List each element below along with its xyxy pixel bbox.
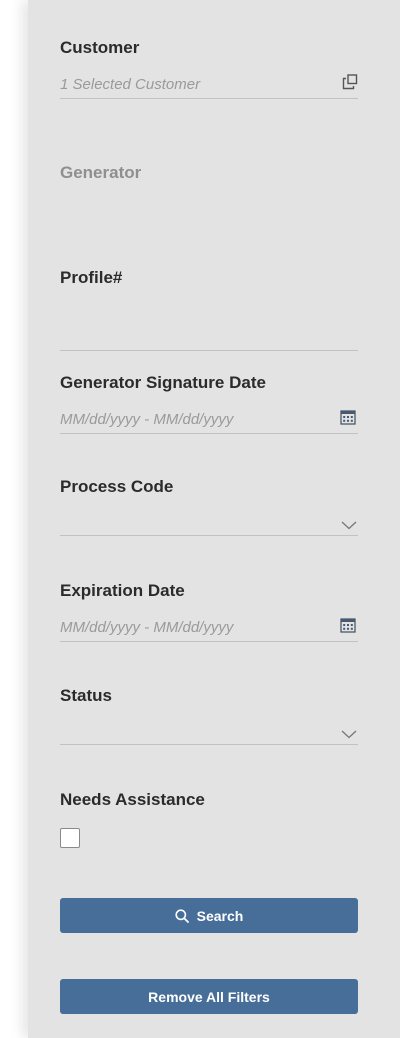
search-icon [175,908,189,923]
chevron-down-icon[interactable] [341,517,357,535]
process-code-filter: Process Code [60,477,358,536]
customer-label: Customer [60,38,140,57]
generator-filter: Generator [60,163,358,183]
expiration-date-input[interactable]: MM/dd/yyyy - MM/dd/yyyy [60,615,358,642]
remove-all-filters-label: Remove All Filters [148,988,270,1005]
chevron-down-icon[interactable] [341,726,357,744]
expiration-date-filter: Expiration Date MM/dd/yyyy - MM/dd/yyyy [60,581,358,642]
status-filter: Status [60,686,358,745]
status-select[interactable] [60,720,358,745]
copy-icon[interactable] [342,74,358,95]
customer-selector[interactable]: 1 Selected Customer [60,72,358,99]
generator-label: Generator [60,163,142,182]
customer-filter: Customer 1 Selected Customer [60,38,358,99]
needs-assistance-checkbox[interactable] [60,828,80,848]
calendar-icon[interactable] [340,617,356,638]
profile-label: Profile# [60,268,123,287]
expiration-date-label: Expiration Date [60,581,185,600]
customer-placeholder: 1 Selected Customer [60,76,201,93]
calendar-icon[interactable] [340,409,356,430]
generator-signature-date-label: Generator Signature Date [60,373,266,392]
expiration-date-placeholder: MM/dd/yyyy - MM/dd/yyyy [60,619,234,636]
status-label: Status [60,686,112,705]
remove-all-filters-button[interactable]: Remove All Filters [60,979,358,1014]
generator-signature-date-placeholder: MM/dd/yyyy - MM/dd/yyyy [60,411,234,428]
profile-input[interactable] [60,312,358,351]
needs-assistance-filter: Needs Assistance [60,790,358,850]
generator-signature-date-filter: Generator Signature Date MM/dd/yyyy - MM… [60,373,358,434]
profile-filter: Profile# [60,268,358,351]
search-button[interactable]: Search [60,898,358,933]
generator-signature-date-input[interactable]: MM/dd/yyyy - MM/dd/yyyy [60,407,358,434]
needs-assistance-label: Needs Assistance [60,790,205,809]
process-code-select[interactable] [60,511,358,536]
process-code-label: Process Code [60,477,174,496]
search-button-label: Search [196,907,244,924]
